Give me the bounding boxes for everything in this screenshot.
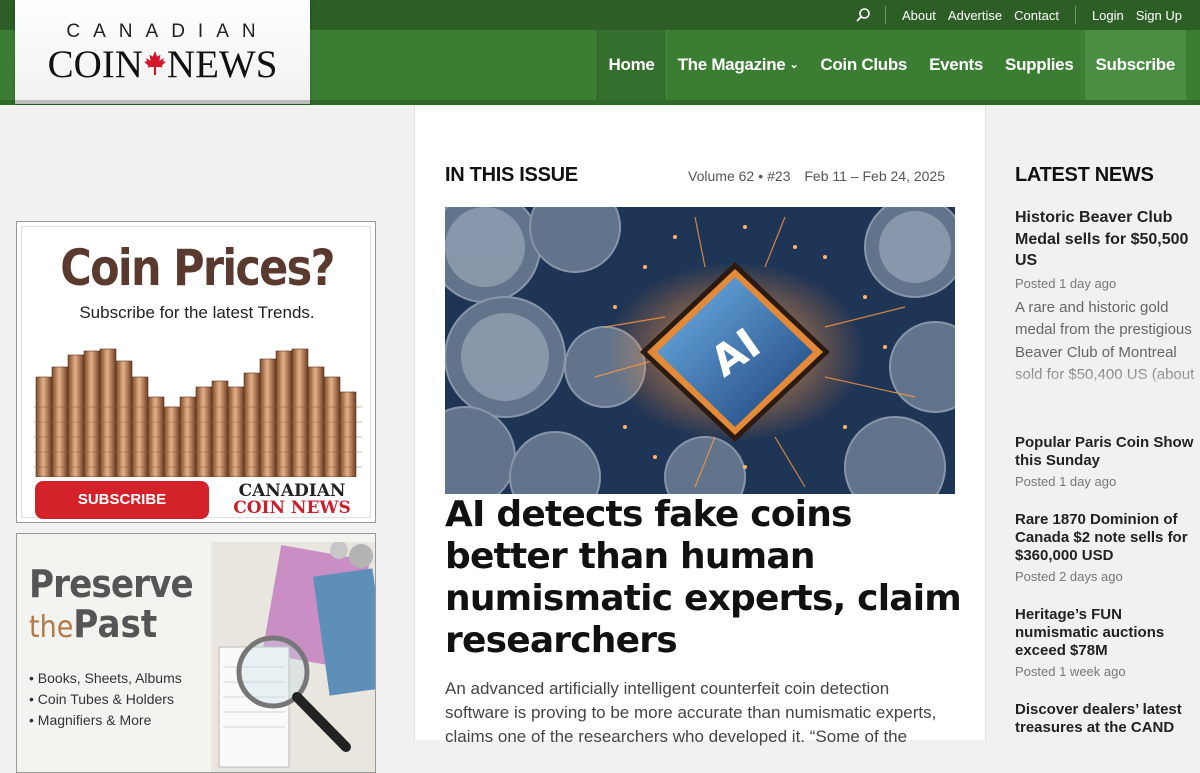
ad2-bullets: • Books, Sheets, Albums • Coin Tubes & H…	[29, 670, 182, 733]
issue-heading: IN THIS ISSUE	[445, 164, 578, 186]
ad-inner: Coin Prices? Subscribe for the latest Tr…	[21, 226, 371, 519]
nav-magazine[interactable]: The Magazine ⌄	[667, 30, 810, 100]
nav-home[interactable]: Home	[596, 30, 667, 100]
divider	[1074, 6, 1076, 24]
ad-subscribe-button[interactable]: SUBSCRIBE	[35, 481, 209, 519]
ad2-bullet: • Magnifiers & More	[29, 712, 152, 728]
logo-main-text: COIN NEWS	[15, 42, 310, 87]
nav-subscribe[interactable]: Subscribe	[1084, 30, 1186, 100]
ad2-bullet: • Books, Sheets, Albums	[29, 670, 182, 686]
featured-article-title[interactable]: AI detects fake coins better than human …	[445, 494, 965, 662]
contact-link[interactable]: Contact	[1008, 8, 1065, 23]
ad-brand-bottom: COIN NEWS	[233, 498, 351, 518]
about-link[interactable]: About	[896, 8, 942, 23]
news-title[interactable]: Rare 1870 Dominion of Canada $2 note sel…	[1015, 511, 1195, 565]
ad2-line1: Preserve	[29, 562, 194, 606]
news-posted: Posted 1 week ago	[1015, 664, 1126, 679]
news-posted: Posted 2 days ago	[1015, 569, 1123, 584]
ad-brand-logo: CANADIAN COIN NEWS	[222, 483, 362, 517]
advertise-link[interactable]: Advertise	[942, 8, 1008, 23]
preserve-the-past-ad[interactable]: Preserve thePast • Books, Sheets, Albums…	[16, 533, 376, 773]
issue-volume: Volume 62	[688, 168, 755, 184]
primary-nav: Home The Magazine ⌄ Coin Clubs Events Sup…	[596, 30, 1186, 100]
news-posted: Posted 1 day ago	[1015, 474, 1117, 489]
logo-top-text: CANADIAN	[66, 21, 269, 42]
ad-headline: Coin Prices?	[60, 239, 335, 297]
ad2-bullet: • Coin Tubes & Holders	[29, 691, 174, 707]
news-title[interactable]: Popular Paris Coin Show this Sunday	[1015, 434, 1195, 470]
featured-article-image[interactable]: AI	[445, 207, 955, 494]
issue-dates: Feb 11 – Feb 24, 2025	[804, 168, 945, 184]
news-title[interactable]: Heritage’s FUN numismatic auctions excee…	[1015, 606, 1195, 660]
login-link[interactable]: Login	[1086, 8, 1130, 23]
supplies-collage-image	[211, 542, 375, 772]
latest-news-item: Popular Paris Coin Show this Sunday Post…	[1015, 434, 1195, 489]
logo-coin: COIN	[47, 43, 143, 86]
ad-subline: Subscribe for the latest Trends.	[79, 303, 315, 322]
news-title[interactable]: Historic Beaver Club Medal sells for $50…	[1015, 207, 1195, 272]
signup-link[interactable]: Sign Up	[1130, 8, 1188, 23]
coin-stacks-image	[34, 348, 362, 477]
nav-supplies[interactable]: Supplies	[994, 30, 1084, 100]
nav-coin-clubs[interactable]: Coin Clubs	[809, 30, 918, 100]
site-logo[interactable]: CANADIAN COIN NEWS	[15, 0, 310, 104]
issue-number: #23	[767, 168, 791, 184]
latest-news-item: Historic Beaver Club Medal sells for $50…	[1015, 207, 1195, 403]
ad2-past: Past	[73, 602, 158, 646]
bullet-separator: •	[758, 168, 764, 184]
divider	[884, 6, 886, 24]
chevron-down-icon: ⌄	[789, 59, 799, 71]
ai-chip-coins-image: AI	[445, 207, 955, 494]
latest-news-item: Heritage’s FUN numismatic auctions excee…	[1015, 606, 1195, 679]
latest-news-item: Rare 1870 Dominion of Canada $2 note sel…	[1015, 511, 1195, 584]
featured-article-excerpt: An advanced artificially intelligent cou…	[445, 679, 937, 746]
news-title[interactable]: Discover dealers’ latest treasures at th…	[1015, 701, 1195, 737]
latest-news-heading: LATEST NEWS	[1015, 164, 1154, 186]
coin-prices-ad[interactable]: Coin Prices? Subscribe for the latest Tr…	[16, 221, 376, 523]
news-posted: Posted 1 day ago	[1015, 275, 1117, 291]
maple-leaf-icon	[144, 51, 166, 75]
news-excerpt: A rare and historic gold medal from the …	[1015, 298, 1195, 384]
utility-nav: About Advertise Contact Login Sign Up	[855, 0, 1188, 30]
ad2-line2: thePast	[29, 602, 157, 646]
nav-events[interactable]: Events	[918, 30, 994, 100]
issue-meta: Volume 62 • #23 Feb 11 – Feb 24, 2025	[688, 168, 945, 184]
search-icon[interactable]	[855, 7, 871, 23]
logo-news: NEWS	[166, 43, 278, 86]
nav-magazine-label: The Magazine	[677, 55, 786, 74]
ad2-the: the	[29, 610, 74, 645]
latest-news-item: Discover dealers’ latest treasures at th…	[1015, 701, 1195, 737]
